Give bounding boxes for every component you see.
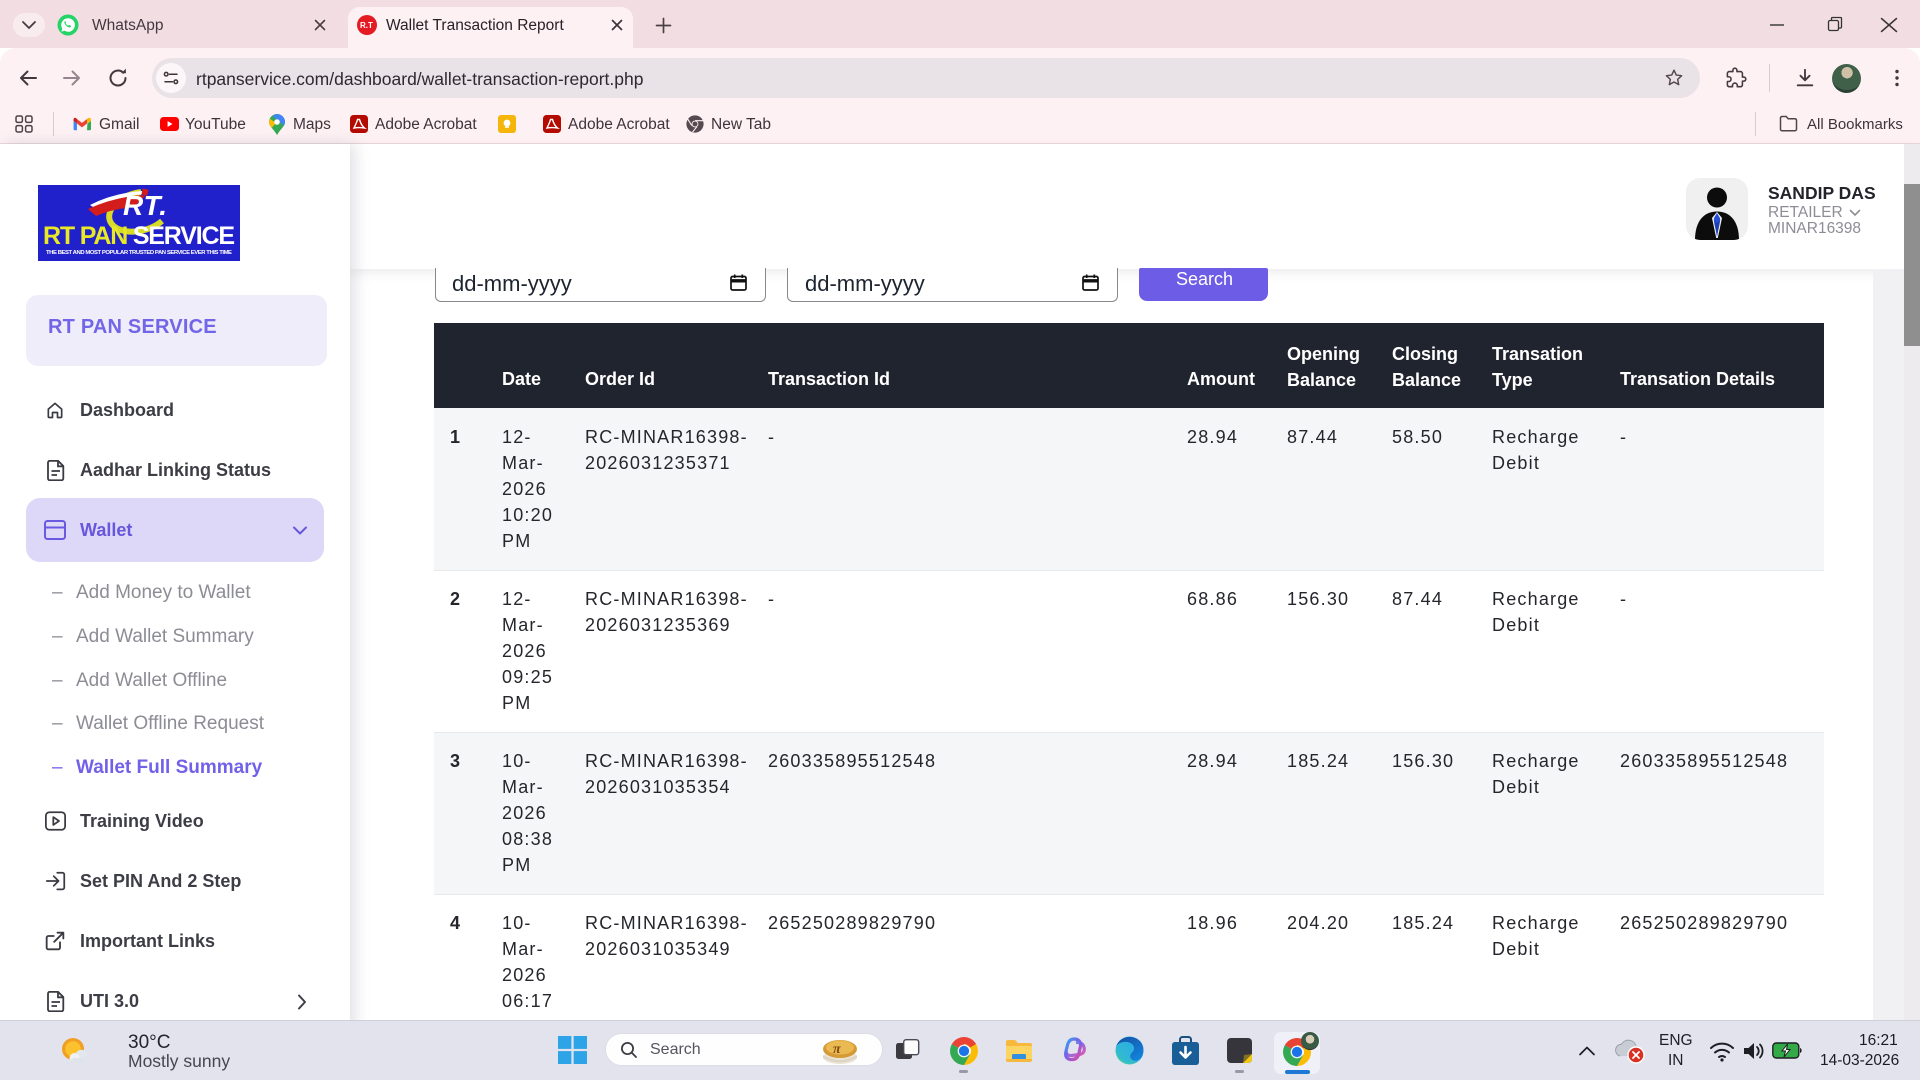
svg-text:π: π [833, 1042, 841, 1057]
svg-text:RT.: RT. [123, 190, 167, 221]
svg-text:THE BEST AND MOST POPULAR TRUS: THE BEST AND MOST POPULAR TRUSTED PAN SE… [46, 250, 232, 256]
svg-text:RT PAN SERVICE: RT PAN SERVICE [43, 222, 235, 250]
